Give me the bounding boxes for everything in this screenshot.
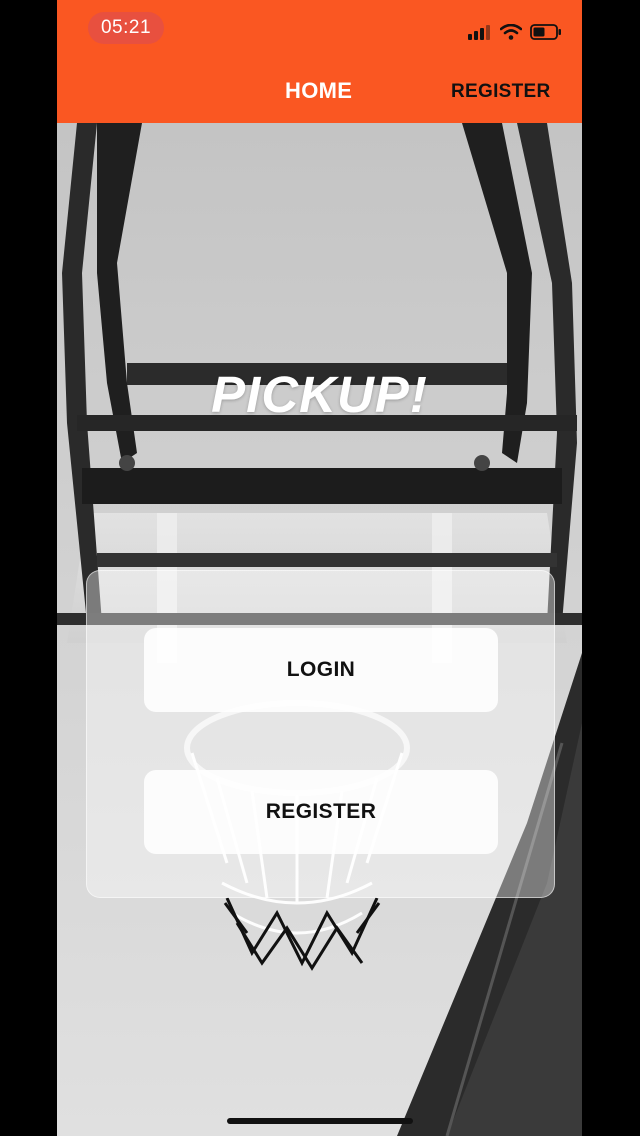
app-screen: 05:21 HOME REGISTER PICKUP! LOGIN REGIST… — [57, 0, 582, 1136]
status-time: 05:21 — [88, 12, 164, 44]
wifi-icon — [500, 24, 522, 40]
nav-register-link[interactable]: REGISTER — [451, 81, 551, 103]
app-header: 05:21 HOME REGISTER — [57, 0, 582, 123]
signal-icon — [468, 25, 490, 40]
register-button[interactable]: REGISTER — [144, 770, 498, 854]
battery-icon — [530, 24, 561, 40]
auth-card: LOGIN REGISTER — [86, 570, 555, 898]
login-button[interactable]: LOGIN — [144, 628, 498, 712]
nav-home-link[interactable]: HOME — [285, 78, 352, 104]
status-icons — [468, 22, 562, 42]
app-title: PICKUP! — [211, 366, 428, 423]
home-indicator[interactable] — [227, 1118, 413, 1124]
